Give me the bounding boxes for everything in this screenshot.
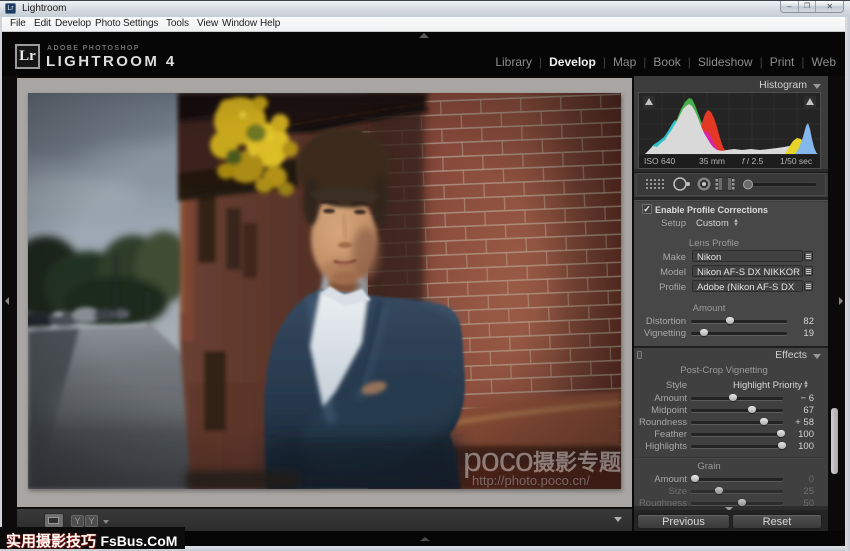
svg-text:http://photo.poco.cn/: http://photo.poco.cn/ [472,473,590,488]
svg-text:摄影专题: 摄影专题 [533,450,621,475]
